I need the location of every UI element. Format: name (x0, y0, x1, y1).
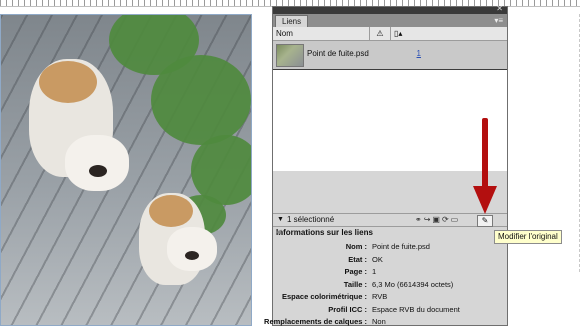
info-row-layer-overrides: Remplacements de calques : Non (264, 316, 507, 329)
disclosure-triangle-icon[interactable]: ▼ (277, 214, 284, 226)
divider (369, 27, 370, 40)
update-link-icon[interactable]: ⟳ (442, 215, 451, 224)
panel-title-bar[interactable]: ✕ (273, 4, 507, 14)
info-value: 6,3 Mo (6614394 octets) (372, 279, 454, 289)
info-row-name: Nom : Point de fuite.psd (273, 241, 507, 254)
small-bulldog-head (167, 227, 217, 271)
column-name[interactable]: Nom (276, 27, 293, 40)
cloud-link-icon[interactable]: ⚭ (415, 215, 424, 224)
tooltip: Modifier l'original (494, 230, 562, 244)
info-key: Taille : (343, 279, 367, 289)
info-value: RVB (372, 292, 388, 301)
large-bulldog-nose (89, 165, 107, 177)
page-icon[interactable]: ▯▴ (394, 27, 402, 40)
large-bulldog-head (65, 135, 129, 191)
small-bulldog-nose (185, 251, 199, 260)
link-filename: Point de fuite.psd (307, 49, 369, 58)
info-key: Nom : (345, 242, 367, 251)
info-value: Espace RVB du document (372, 304, 460, 314)
selection-count: 1 sélectionné (287, 215, 335, 224)
divider (390, 27, 391, 40)
link-tools: ⚭↪▣⟳▭ (415, 214, 460, 226)
info-row-color-space: Espace colorimétrique : RVB (273, 291, 507, 304)
info-key: Page : (344, 267, 367, 276)
info-value: Non (372, 317, 386, 326)
info-key: Profil ICC : (328, 304, 367, 314)
link-thumbnail (276, 44, 304, 67)
info-row-status: Etat : OK (273, 254, 507, 267)
list-item[interactable]: Point de fuite.psd 1 (273, 41, 507, 70)
close-icon[interactable]: ✕ (496, 4, 503, 13)
info-row-icc-profile: Profil ICC : Espace RVB du document (273, 304, 507, 317)
link-info-fields: Nom : Point de fuite.psd Etat : OK Page … (264, 241, 507, 329)
info-key: Etat : (348, 254, 367, 264)
leaf-cluster (151, 55, 251, 145)
large-bulldog-patch (39, 61, 97, 103)
collapse-arrow-icon[interactable]: ◀ (276, 227, 487, 239)
info-value: OK (372, 254, 383, 264)
panel-tab-row: Liens ▾≡ (273, 14, 507, 28)
red-arrow-icon (473, 118, 497, 214)
relink-folder-icon[interactable]: ▭ (451, 215, 461, 224)
small-bulldog-patch (149, 195, 193, 227)
info-key: Espace colorimétrique : (281, 292, 367, 301)
divider (273, 69, 507, 70)
column-header: Nom ⚠ ▯▴ (273, 27, 507, 41)
info-value: Point de fuite.psd (372, 242, 430, 251)
info-value: 1 (372, 267, 377, 276)
info-row-page: Page : 1 (273, 266, 507, 279)
warning-icon[interactable]: ⚠ (371, 27, 389, 40)
link-info-header: Informations sur les liens ◀ (273, 227, 507, 239)
info-key: Remplacements de calques : (264, 317, 367, 326)
panel-menu-icon[interactable]: ▾≡ (494, 16, 503, 25)
info-row-size: Taille : 6,3 Mo (6614394 octets) (273, 279, 507, 292)
bulldog-photo (0, 14, 252, 326)
relink-icon[interactable]: ▣ (432, 215, 442, 224)
link-page-number[interactable]: 1 (417, 49, 421, 58)
